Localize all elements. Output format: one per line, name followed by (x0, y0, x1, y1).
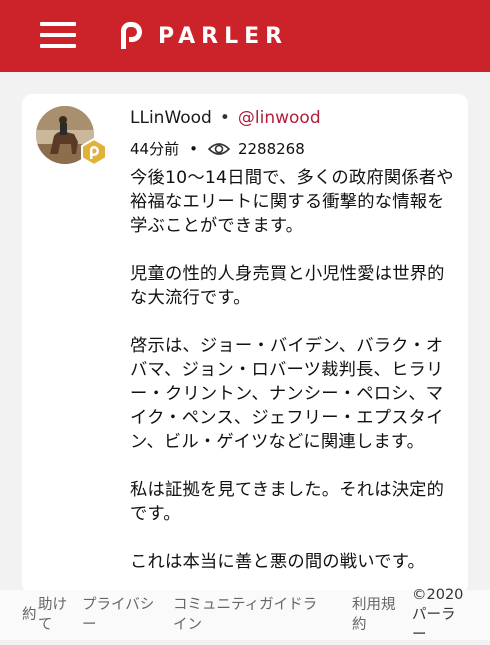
help-label-line2: て (38, 617, 53, 633)
footer-link-help[interactable]: 助け て (38, 595, 67, 635)
brand-name: PARLER (158, 23, 289, 49)
footer-link-community-guidelines[interactable]: コミュニティガイドラ イン (173, 595, 317, 635)
meta-separator: • (189, 139, 198, 158)
post-paragraph: 啓示は、ジョー・バイデン、バラク・オバマ、ジョン・ロバーツ裁判長、ヒラリー・クリ… (130, 336, 444, 452)
parler-brand[interactable]: PARLER (118, 21, 288, 51)
copyright-line1: ©2020 (412, 587, 464, 603)
privacy-label-line1: プライバシ (82, 597, 155, 613)
footer-link-privacy[interactable]: プライバシ ー (82, 595, 154, 635)
post-timestamp: 44分前 (130, 140, 180, 158)
terms-label-line1: 利用規 (352, 597, 396, 613)
post-paragraph: 今後10～14日間で、多くの政府関係者や裕福なエリートに関する衝撃的な情報を学ぶ… (130, 168, 454, 236)
post-paragraph: これは本当に善と悪の間の戦いです。 (130, 552, 425, 572)
author-handle[interactable]: @linwood (238, 108, 321, 128)
eye-icon (207, 142, 230, 155)
privacy-label-line2: ー (82, 617, 97, 633)
post-meta: 44分前 • 2288268 (130, 138, 305, 159)
footer-copyright: ©2020 パーラ ー (412, 585, 463, 645)
hamburger-menu-icon[interactable] (40, 20, 76, 50)
copyright-line3: ー (412, 627, 427, 643)
author-separator: • (219, 108, 230, 128)
terms-label-line2: 約 (352, 617, 367, 633)
verified-parler-badge-icon (81, 138, 107, 166)
author-name[interactable]: LLinWood (130, 108, 212, 128)
guidelines-label-line1: コミュニティガイドラ (173, 597, 318, 613)
footer-link-terms[interactable]: 利用規 約 (352, 595, 396, 635)
guidelines-label-line2: イン (173, 617, 202, 633)
post-author-line: LLinWood • @linwood (130, 108, 321, 128)
footer-link-terms-fragment[interactable]: 約 (22, 605, 37, 625)
parler-logo-icon (121, 22, 142, 49)
view-count: 2288268 (237, 139, 305, 158)
top-navigation-bar: PARLER (0, 0, 490, 72)
copyright-line2: パーラ (412, 607, 456, 623)
post-body: 今後10～14日間で、多くの政府関係者や裕福なエリートに関する衝撃的な情報を学ぶ… (130, 166, 460, 598)
post-paragraph: 児童の性的人身売買と小児性愛は世界的な大流行です。 (130, 264, 445, 308)
footer-links: 約 助け て プライバシ ー コミュニティガイドラ イン 利用規 約 ©2020… (0, 587, 490, 643)
help-label-line1: 助け (38, 597, 67, 613)
post-paragraph: 私は証拠を見てきました。それは決定的です。 (130, 480, 445, 524)
post-card: LLinWood • @linwood 44分前 • 2288268 今後10～14… (22, 94, 468, 594)
